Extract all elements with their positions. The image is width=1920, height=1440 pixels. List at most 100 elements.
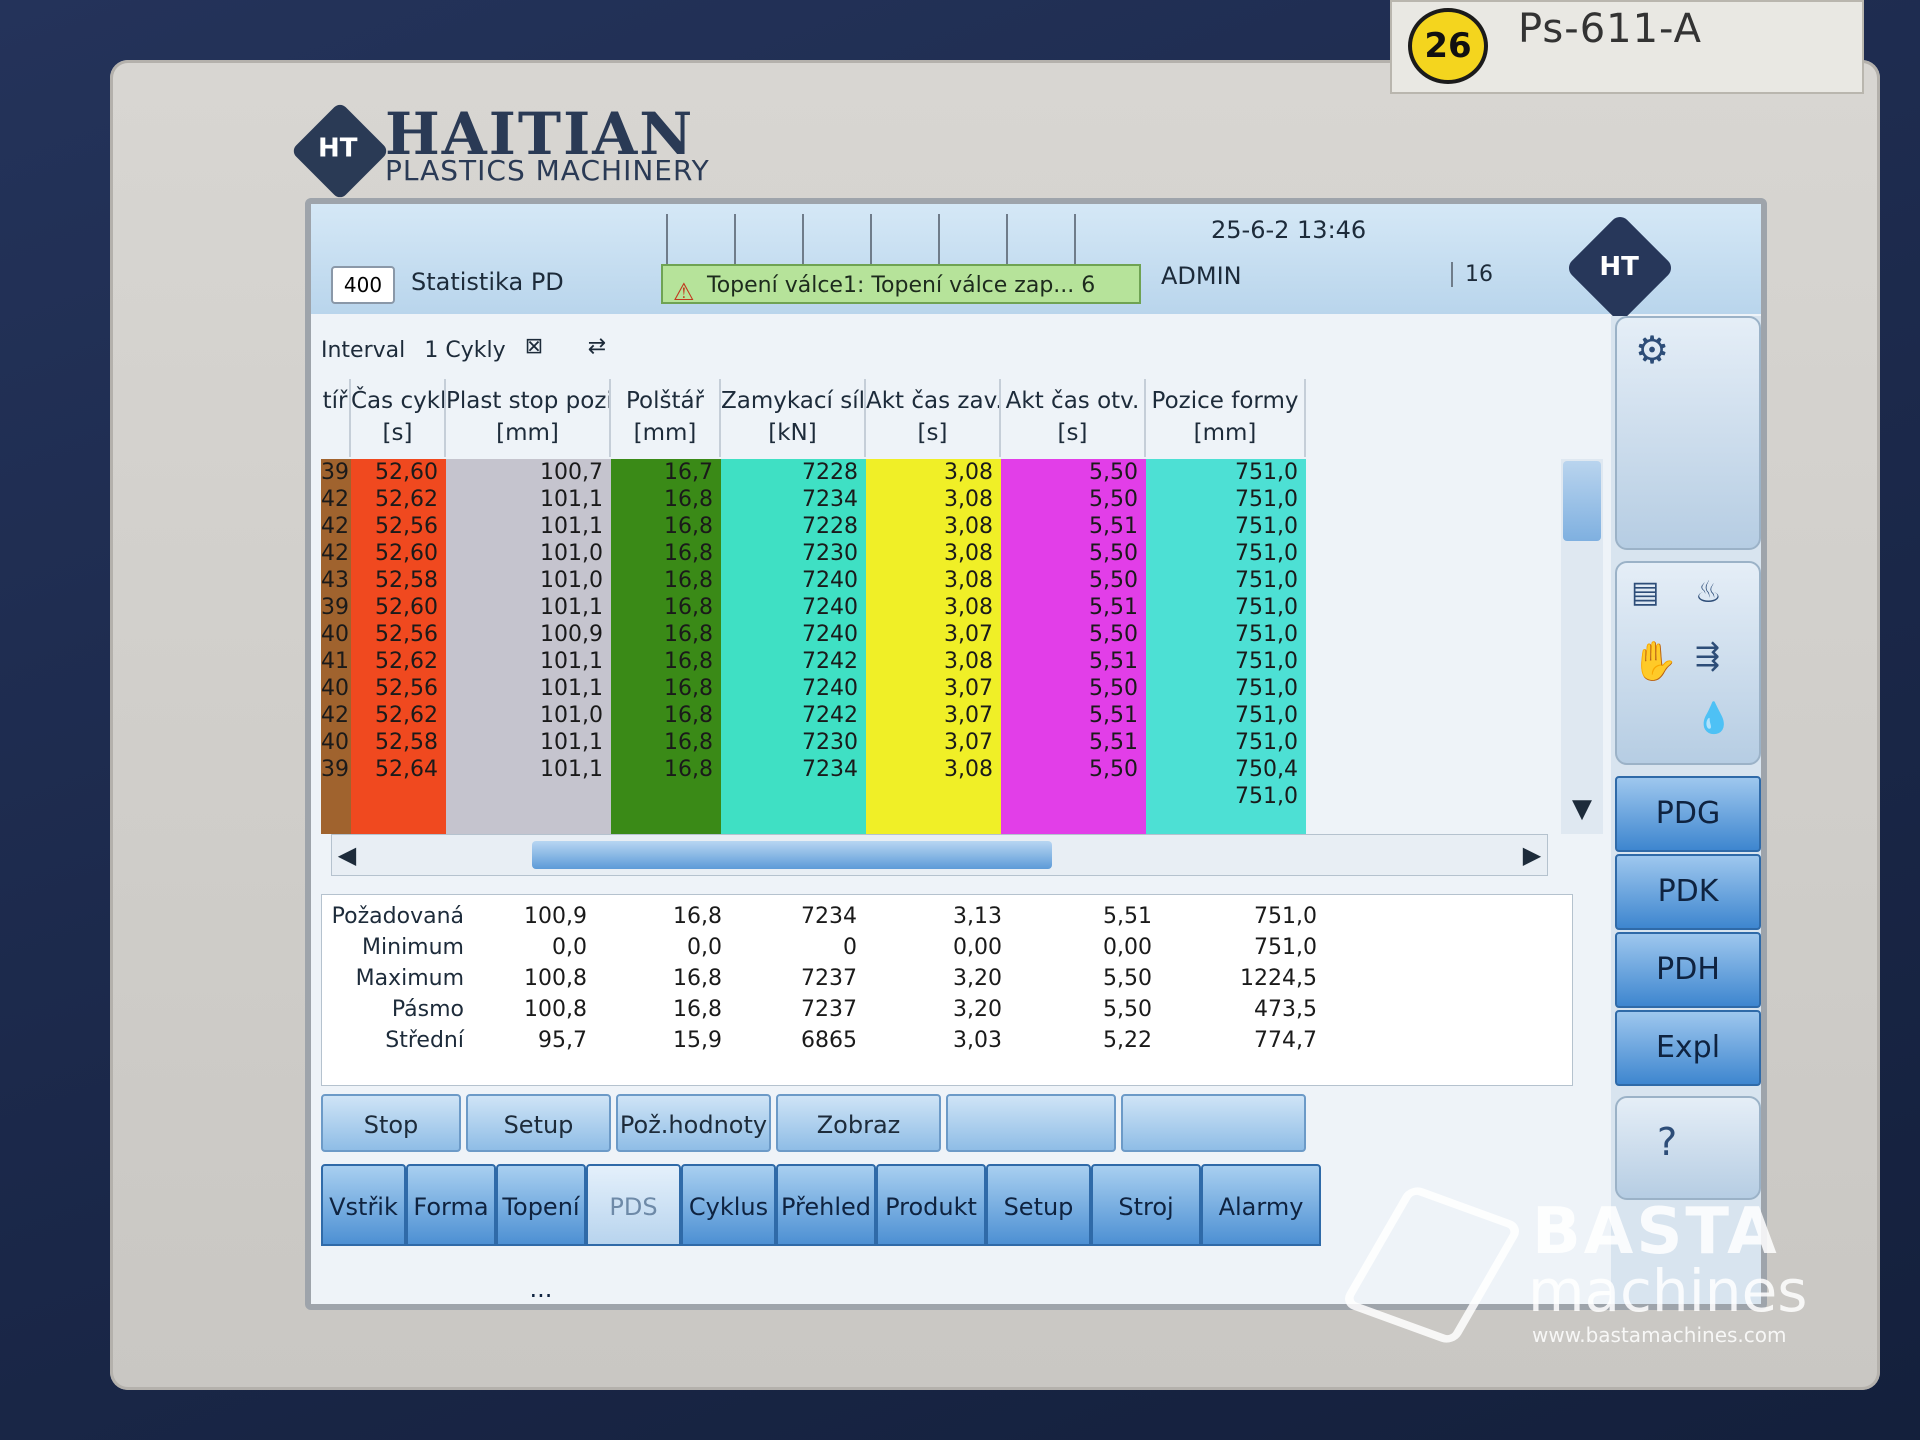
user-name[interactable]: ADMIN [1161,262,1242,290]
data-column: 751,0 751,0 751,0 751,0 751,0 751,0 751,0 751,0… [1146,459,1306,834]
table-cell: 16,8 [664,703,713,728]
stat-value: 100,8 [524,966,587,991]
table-cell: 7228 [802,460,858,485]
vertical-scrollbar[interactable]: ▼ [1561,459,1603,834]
data-column: 100,7 101,1 101,1 101,0 101,0 101,1 100,9 101,1… [446,459,611,834]
side-tool-group-2: ▤ ♨ ✋ ⇶ 💧 [1615,561,1761,765]
nav-tab[interactable]: Forma [406,1164,496,1246]
table-cell: 52,60 [375,460,438,485]
table-cell: 41 [321,649,349,674]
data-column: 7228 7234 7228 7230 7240 7240 7240 7242 7240 7242… [721,459,866,834]
nav-tab[interactable]: Alarmy [1201,1164,1321,1246]
scroll-thumb[interactable] [532,841,1052,869]
scroll-left-icon[interactable]: ◀ [332,835,362,875]
stat-value: 473,5 [1254,997,1317,1022]
stat-value: 0,0 [687,935,722,960]
table-cell: 5,51 [1089,514,1138,539]
oil-icon[interactable]: 💧 [1695,701,1732,736]
table-cell [351,783,446,810]
table-cell: 52,56 [375,622,438,647]
nav-tab[interactable]: Topení ... [496,1164,586,1303]
table-cell: 100,7 [540,460,603,485]
ht-logo-icon: HT [1564,212,1676,324]
document-icon[interactable]: ▤ [1631,575,1659,610]
scroll-up-button[interactable] [1563,461,1601,541]
table-cell: 16,7 [664,460,713,485]
table-cell: 42 [321,487,349,512]
scroll-right-icon[interactable]: ▶ [1517,835,1547,875]
stat-value: 5,51 [1103,904,1152,929]
stat-value: 16,8 [673,966,722,991]
table-cell: 101,1 [540,595,603,620]
table-cell: 7240 [802,676,858,701]
side-tool-group-1: ⚙ [1615,316,1761,550]
table-cell: 101,1 [540,514,603,539]
table-cell: 3,08 [944,460,993,485]
table-cell: 101,0 [540,703,603,728]
stat-value: 5,22 [1103,1028,1152,1053]
table-cell: 40 [321,676,349,701]
table-cell: 7240 [802,595,858,620]
stat-value: 774,7 [1254,1028,1317,1053]
table-cell: 5,51 [1089,649,1138,674]
table-cell: 751,0 [1235,568,1298,593]
export-statistics-icon[interactable]: ⇄ [588,334,632,370]
help-icon[interactable]: ? [1657,1120,1677,1164]
scroll-down-icon[interactable]: ▼ [1563,789,1601,829]
table-cell: 101,1 [540,487,603,512]
function-button[interactable]: Setup [466,1094,611,1152]
table-cell: 7234 [802,487,858,512]
side-nav-button[interactable]: PDK [1615,854,1761,930]
hand-icon[interactable]: ✋ [1631,639,1678,684]
data-column: 52,60 52,62 52,56 52,60 52,58 52,60 52,56 52,62… [351,459,446,834]
screen-number[interactable]: 400 [331,266,395,304]
stat-labels: Požadovaná Minimum Maximum Pásmo Střední [322,901,472,1056]
summary-statistics: Požadovaná Minimum Maximum Pásmo Střední 100… [321,894,1573,1086]
heating-icon[interactable]: ♨ [1695,575,1722,610]
table-cell [446,783,611,810]
side-nav-button[interactable]: PDG [1615,776,1761,852]
user-level: 16 [1451,262,1493,287]
column-header: Zamykací síla [kN] [721,379,866,457]
nav-tab[interactable]: Vstřik [321,1164,406,1246]
alarm-text: Topení válce1: Topení válce zap... 6 [707,273,1096,298]
table-cell: 52,62 [375,703,438,728]
function-button[interactable]: Zobraz [776,1094,941,1152]
table-cell: 7242 [802,649,858,674]
stat-value: 15,9 [673,1028,722,1053]
table-cell: 52,56 [375,514,438,539]
alarm-banner[interactable]: ⚠ Topení válce1: Topení válce zap... 6 [661,264,1141,304]
datetime: 25-6-2 13:46 [1211,216,1367,244]
side-nav-button[interactable]: Expl [1615,1010,1761,1086]
table-cell: 751,0 [1235,460,1298,485]
nav-tab[interactable]: Stroj [1091,1164,1201,1246]
nav-tab[interactable]: Cyklus [681,1164,776,1246]
column-header: Akt čas zav. [s] [866,379,1001,457]
stat-value: 0 [843,935,857,960]
clear-statistics-icon[interactable]: ⊠ [525,334,569,370]
stat-value: 3,20 [953,966,1002,991]
table-cell: 16,8 [664,487,713,512]
function-button[interactable] [946,1094,1116,1152]
table-cell: 101,0 [540,541,603,566]
table-cell: 7242 [802,703,858,728]
stat-value: 7234 [801,904,857,929]
table-cell: 52,56 [375,676,438,701]
operator-icon[interactable]: ⚙ [1635,328,1669,372]
nav-tab[interactable]: Setup [986,1164,1091,1246]
function-button[interactable] [1121,1094,1306,1152]
cycles-value[interactable]: 1 Cykly [424,338,505,363]
side-nav-button[interactable]: PDH [1615,932,1761,1008]
purge-icon[interactable]: ⇶ [1695,639,1720,674]
function-button[interactable]: Pož.hodnoty [616,1094,771,1152]
stat-value: 3,13 [953,904,1002,929]
table-cell: 52,58 [375,568,438,593]
column-header: Akt čas otv. [s] [1001,379,1146,457]
nav-tab[interactable]: Produkt [876,1164,986,1246]
function-button[interactable]: Stop [321,1094,461,1152]
data-column: 5,50 5,50 5,51 5,50 5,50 5,51 5,50 5,51 5,50 5,51… [1001,459,1146,834]
nav-tab[interactable]: Přehled [776,1164,876,1246]
nav-tab[interactable]: PDS [586,1164,681,1246]
table-cell: 7234 [802,757,858,782]
horizontal-scrollbar[interactable]: ◀ ▶ [331,834,1548,876]
